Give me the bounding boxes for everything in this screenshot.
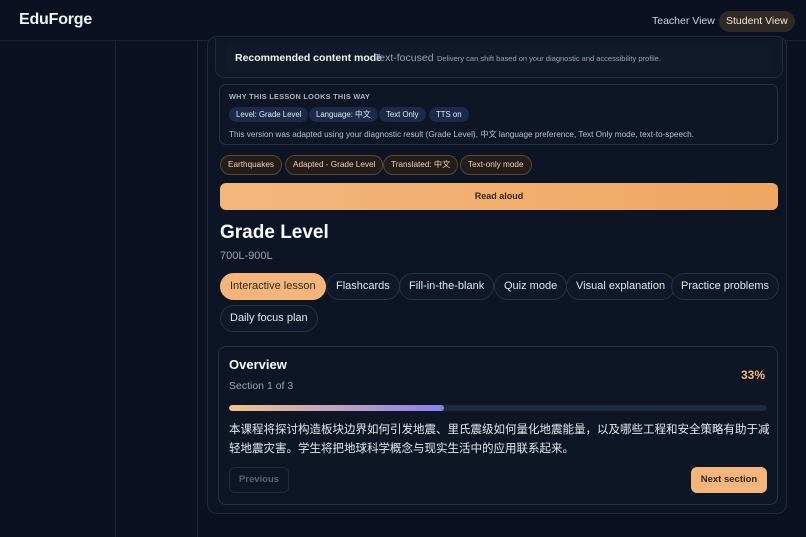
tab-interactive-lesson[interactable]: Interactive lesson [220,273,326,300]
sidebar-divider [197,41,198,537]
lesson-level-title: Grade Level [220,222,329,243]
tab-visual-explanation[interactable]: Visual explanation [566,273,676,300]
tab-quiz-mode[interactable]: Quiz mode [494,273,568,300]
tab-daily-focus-plan[interactable]: Daily focus plan [220,305,318,332]
tab-flashcards[interactable]: Flashcards [326,273,400,300]
top-bar: EduForge Teacher View Student View [0,0,806,41]
progress-bar [229,405,767,411]
progress-percent: 33% [741,368,766,382]
section-indicator: Section 1 of 3 [229,380,294,392]
app-logo[interactable]: EduForge [19,11,92,29]
student-view-button[interactable]: Student View [719,11,795,32]
lexile-range: 700L-900L [220,250,273,262]
chip-translated: Translated: 中文 [383,155,459,175]
why-tag-language: Language: 中文 [309,107,378,122]
read-aloud-button[interactable]: Read aloud [220,183,778,210]
progress-bar-fill [229,405,445,411]
sidebar-divider [115,41,116,537]
why-tag-level: Level: Grade Level [229,107,309,122]
why-lesson-explanation: This version was adapted using your diag… [229,130,694,139]
content-mode-note: Delivery can shift based on your diagnos… [437,54,661,63]
why-tag-text-only: Text Only [379,107,426,122]
tab-fill-in-the-blank[interactable]: Fill-in-the-blank [399,273,495,300]
tab-practice-problems[interactable]: Practice problems [671,273,780,300]
content-mode-value: Text-focused [374,52,434,64]
chip-adapted: Adapted - Grade Level [285,155,384,175]
teacher-view-button[interactable]: Teacher View [644,11,723,32]
why-lesson-title: WHY THIS LESSON LOOKS THIS WAY [229,92,371,101]
why-tag-tts: TTS on [429,107,469,122]
previous-button[interactable]: Previous [229,467,289,493]
next-section-button[interactable]: Next section [691,467,767,493]
content-mode-title: Recommended content mode [235,52,383,64]
overview-text: 本课程将探讨构造板块边界如何引发地震、里氏震级如何量化地震能量，以及哪些工程和安… [229,424,770,455]
chip-text-only: Text-only mode [460,155,532,175]
chip-topic: Earthquakes [220,155,282,175]
overview-title: Overview [229,357,287,372]
